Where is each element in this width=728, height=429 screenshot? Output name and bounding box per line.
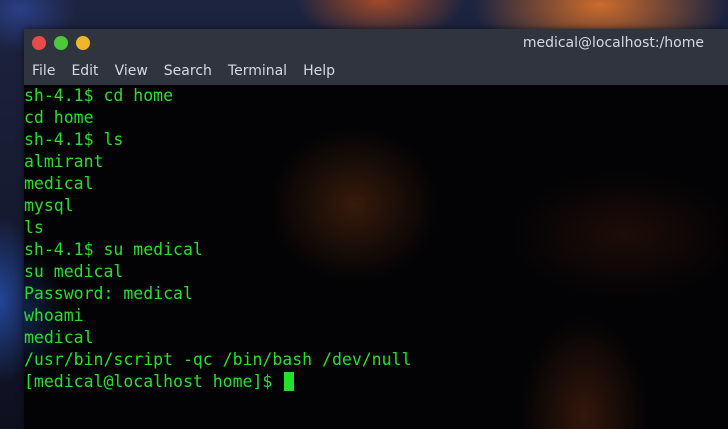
menu-bar: File Edit View Search Terminal Help	[24, 57, 728, 85]
terminal-prompt-line[interactable]: [medical@localhost home]$	[24, 371, 411, 393]
terminal-line: sh-4.1$ cd home	[24, 86, 174, 105]
terminal-line: sh-4.1$ ls	[24, 130, 124, 149]
menu-help[interactable]: Help	[295, 57, 343, 85]
menu-view[interactable]: View	[107, 57, 156, 85]
close-window-button[interactable]	[32, 36, 46, 50]
minimize-window-button[interactable]	[76, 36, 90, 50]
menu-edit[interactable]: Edit	[63, 57, 106, 85]
terminal-line: ls	[24, 218, 44, 237]
terminal-line: su medical	[24, 262, 124, 281]
desktop-background: medical@localhost:/home File Edit View S…	[0, 0, 728, 429]
terminal-line: mysql	[24, 196, 74, 215]
text-cursor	[284, 372, 295, 391]
shell-prompt: [medical@localhost home]$	[24, 372, 283, 391]
terminal-line: /usr/bin/script -qc /bin/bash /dev/null	[24, 350, 412, 369]
window-title: medical@localhost:/home	[522, 35, 704, 51]
terminal-line: sh-4.1$ su medical	[24, 240, 203, 259]
terminal-lines: sh-4.1$ cd home cd home sh-4.1$ ls almir…	[24, 85, 411, 393]
terminal-line: Password: medical	[24, 284, 193, 303]
terminal-line: medical	[24, 174, 94, 193]
terminal-window[interactable]: medical@localhost:/home File Edit View S…	[24, 29, 728, 429]
title-bar[interactable]: medical@localhost:/home	[24, 29, 728, 57]
menu-search[interactable]: Search	[156, 57, 220, 85]
terminal-line: medical	[24, 328, 94, 347]
terminal-line: almirant	[24, 152, 104, 171]
terminal-output[interactable]: sh-4.1$ cd home cd home sh-4.1$ ls almir…	[24, 85, 728, 429]
maximize-window-button[interactable]	[54, 36, 68, 50]
menu-file[interactable]: File	[24, 57, 63, 85]
terminal-line: whoami	[24, 306, 84, 325]
terminal-line: cd home	[24, 108, 94, 127]
menu-terminal[interactable]: Terminal	[220, 57, 295, 85]
